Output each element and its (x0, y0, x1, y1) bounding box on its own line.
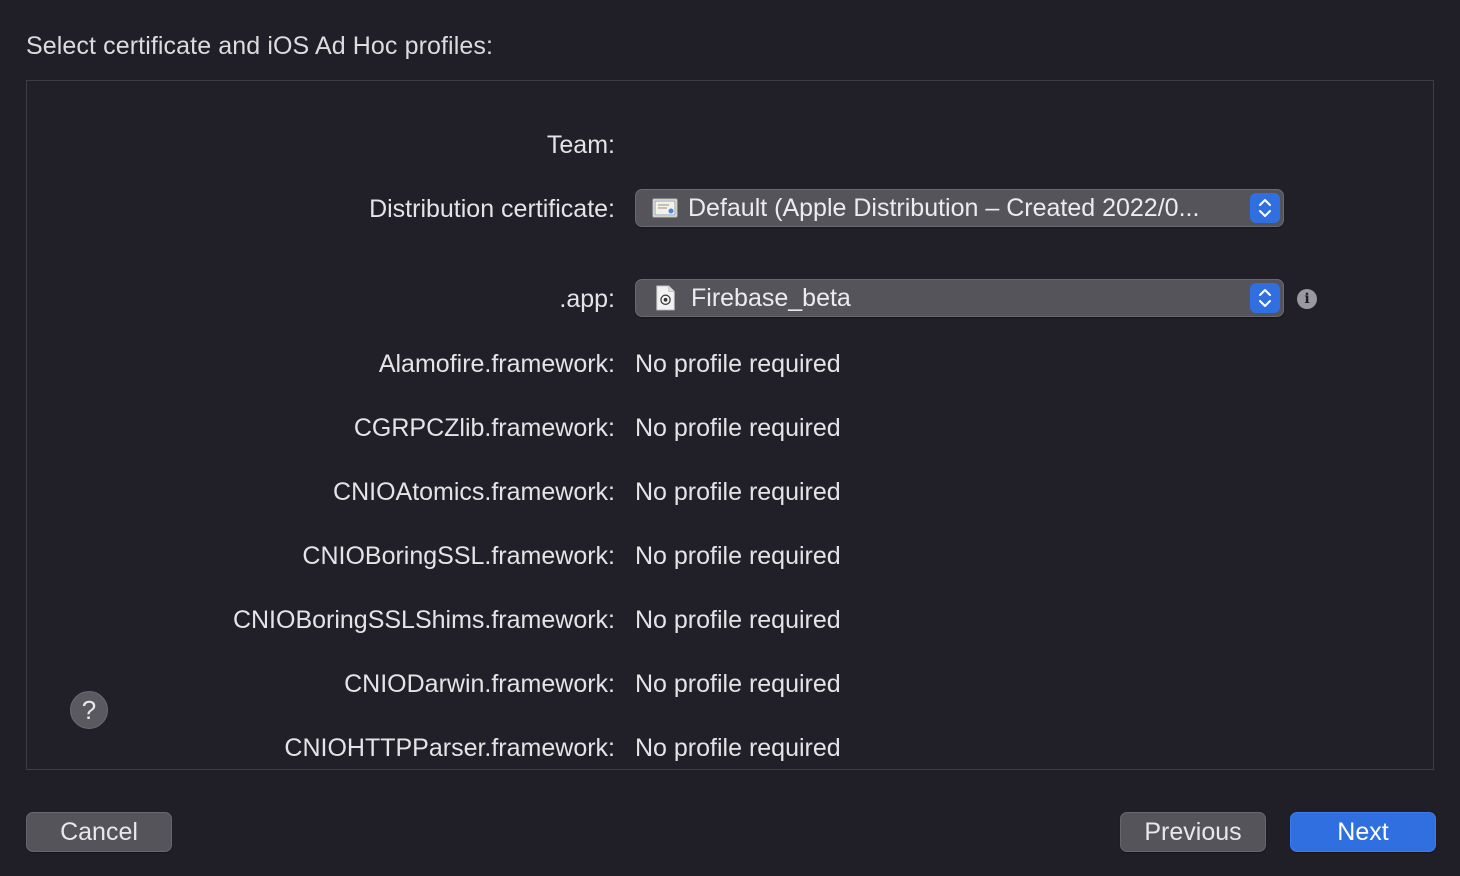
framework-profile-value: No profile required (635, 734, 841, 762)
certificate-row: Distribution certificate: Default (Apple… (27, 189, 1433, 229)
framework-label: CNIODarwin.framework: (344, 670, 615, 698)
export-options-sheet: Select certificate and iOS Ad Hoc profil… (0, 0, 1460, 876)
framework-label: Alamofire.framework: (378, 350, 615, 378)
cancel-button[interactable]: Cancel (26, 812, 172, 852)
framework-profile-value: No profile required (635, 414, 841, 442)
next-button[interactable]: Next (1290, 812, 1436, 852)
framework-row: CNIODarwin.framework: No profile required (27, 664, 1433, 704)
info-icon[interactable]: i (1297, 289, 1317, 309)
framework-row: CNIOBoringSSL.framework: No profile requi… (27, 536, 1433, 576)
sheet-heading: Select certificate and iOS Ad Hoc profil… (26, 32, 494, 60)
framework-label: CNIOBoringSSLShims.framework: (232, 606, 615, 634)
popup-stepper-icon[interactable] (1250, 193, 1280, 223)
app-profile-selected: Firebase_beta (691, 284, 851, 312)
certificate-label: Distribution certificate: (369, 195, 615, 223)
framework-row: CNIOBoringSSLShims.framework: No profile … (27, 600, 1433, 640)
framework-profile-value: No profile required (635, 350, 841, 378)
framework-profile-value: No profile required (635, 478, 841, 506)
framework-label: CNIOAtomics.framework: (333, 478, 615, 506)
team-label: Team: (546, 131, 615, 159)
app-profile-popup[interactable]: Firebase_beta (635, 279, 1284, 317)
team-row: Team: (27, 125, 1433, 165)
framework-row: CNIOAtomics.framework: No profile require… (27, 472, 1433, 512)
framework-profile-value: No profile required (635, 542, 841, 570)
help-button[interactable]: ? (70, 691, 108, 729)
framework-row: CNIOHTTPParser.framework: No profile requ… (27, 728, 1433, 768)
framework-row: CGRPCZlib.framework: No profile required (27, 408, 1433, 448)
app-row: .app: Firebase_beta i (27, 279, 1433, 319)
signing-options-panel: Team: Distribution certificate: Default … (26, 80, 1434, 770)
framework-profile-value: No profile required (635, 606, 841, 634)
framework-row: Alamofire.framework: No profile required (27, 344, 1433, 384)
framework-profile-value: No profile required (635, 670, 841, 698)
popup-stepper-icon[interactable] (1250, 283, 1280, 313)
previous-button[interactable]: Previous (1120, 812, 1266, 852)
provisioning-profile-icon (656, 285, 675, 311)
certificate-selected: Default (Apple Distribution – Created 20… (688, 194, 1200, 222)
framework-label: CNIOBoringSSL.framework: (302, 542, 615, 570)
certificate-icon (652, 198, 678, 218)
framework-label: CNIOHTTPParser.framework: (284, 734, 615, 762)
certificate-popup[interactable]: Default (Apple Distribution – Created 20… (635, 189, 1284, 227)
app-label: .app: (559, 285, 615, 313)
framework-label: CGRPCZlib.framework: (353, 414, 615, 442)
